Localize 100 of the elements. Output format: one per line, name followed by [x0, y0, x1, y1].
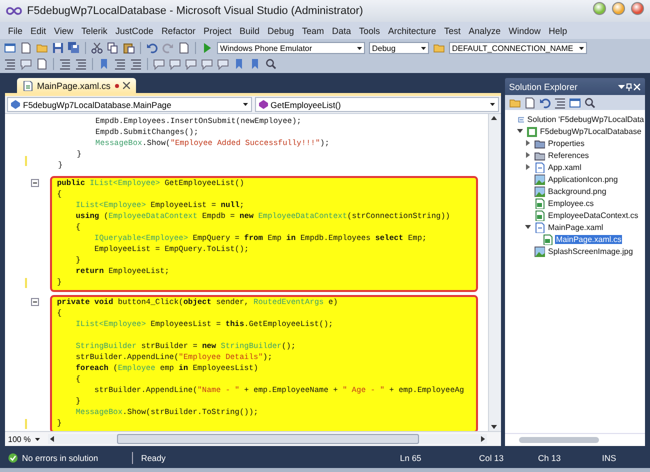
expanded-arrow-icon[interactable] — [517, 128, 523, 134]
save-icon[interactable] — [52, 42, 64, 54]
expanded-arrow-icon[interactable] — [525, 224, 531, 230]
code-file-icon — [23, 80, 33, 90]
caret-icon[interactable] — [618, 83, 625, 90]
zoom-dropdown[interactable]: 100 % — [5, 434, 45, 444]
lines-icon[interactable] — [4, 58, 16, 70]
menu-item[interactable]: Tools — [355, 26, 384, 36]
arrow-right-icon[interactable] — [479, 435, 487, 443]
comment-icon[interactable] — [217, 58, 229, 70]
collapsed-arrow-icon[interactable] — [525, 140, 531, 146]
bookmark-icon[interactable] — [233, 58, 245, 70]
dropdown[interactable]: GetEmployeeList() — [254, 97, 499, 112]
collapse-icon[interactable] — [31, 298, 39, 306]
close-icon[interactable] — [122, 82, 130, 89]
menu-item[interactable]: Window — [504, 26, 545, 36]
folder-icon — [534, 138, 545, 148]
collapse-icon[interactable] — [31, 179, 39, 187]
arrow-down-icon[interactable] — [489, 423, 499, 431]
window-title: F5debugWp7LocalDatabase - Microsoft Visual Studio (Administrator) — [27, 5, 364, 17]
search-icon[interactable] — [265, 58, 277, 70]
caret-icon — [490, 103, 495, 106]
horizontal-scrollbar[interactable] — [48, 434, 487, 444]
lines-icon[interactable] — [554, 96, 566, 108]
code-file-icon — [534, 210, 545, 220]
document-tab[interactable]: MainPage.xaml.cs — [17, 78, 136, 93]
code-file-icon — [534, 198, 545, 208]
tree-item[interactable]: ApplicationIcon.png — [547, 174, 619, 184]
menu-item[interactable]: Team — [298, 26, 328, 36]
lines-icon[interactable] — [59, 58, 71, 70]
window-icon[interactable] — [569, 96, 581, 108]
save-all-icon[interactable] — [68, 42, 80, 54]
tree-item[interactable]: F5debugWp7LocalDatabase — [539, 126, 642, 136]
menu-item[interactable]: Architecture — [384, 26, 440, 36]
comment-icon[interactable] — [169, 58, 181, 70]
panel-title: Solution Explorer — [509, 82, 579, 92]
pin-icon[interactable] — [625, 82, 633, 90]
menu-item[interactable]: Telerik — [77, 26, 112, 36]
search-icon[interactable] — [584, 96, 596, 108]
tree-item[interactable]: EmployeeDataContext.cs — [547, 210, 640, 220]
document-icon — [534, 222, 545, 232]
menu-item[interactable]: Debug — [263, 26, 298, 36]
horizontal-scrollbar[interactable] — [505, 433, 645, 446]
paste-icon[interactable] — [123, 42, 135, 54]
arrow-left-icon[interactable] — [48, 435, 56, 443]
lines-icon[interactable] — [75, 58, 87, 70]
menu-item[interactable]: File — [4, 26, 27, 36]
status-text: Col 13 — [479, 453, 505, 463]
caret-icon — [242, 103, 248, 106]
image-icon — [534, 246, 545, 256]
menu-item[interactable]: View — [50, 26, 78, 36]
tree-item[interactable]: Properties — [547, 138, 586, 148]
page-icon[interactable] — [36, 58, 48, 70]
menu-item[interactable]: Refactor — [157, 26, 200, 36]
undo-icon[interactable] — [146, 42, 158, 54]
menu-item[interactable]: Help — [544, 26, 572, 36]
tree-item[interactable]: Background.png — [547, 186, 608, 196]
folder-icon — [534, 150, 545, 160]
comment-icon[interactable] — [185, 58, 197, 70]
infinity-logo-icon — [6, 6, 22, 16]
dropdown[interactable]: F5debugWp7LocalDatabase.MainPage — [7, 97, 252, 112]
tree-item[interactable]: References — [547, 150, 590, 160]
lines-icon[interactable] — [114, 58, 126, 70]
menu-item[interactable]: Project — [199, 26, 236, 36]
collapsed-arrow-icon[interactable] — [525, 164, 531, 170]
copy-icon[interactable] — [107, 42, 119, 54]
dropdown[interactable]: DEFAULT_CONNECTION_NAME — [449, 42, 587, 54]
tree-item[interactable]: Employee.cs — [547, 198, 595, 208]
refresh-icon[interactable] — [539, 96, 551, 108]
menu-item[interactable]: Analyze — [464, 26, 505, 36]
tree-item[interactable]: App.xaml — [547, 162, 582, 172]
cut-icon[interactable] — [91, 42, 103, 54]
menu-item[interactable]: Test — [440, 26, 465, 36]
lines-icon[interactable] — [130, 58, 142, 70]
vertical-scrollbar[interactable] — [488, 114, 501, 431]
status-text: INS — [602, 453, 618, 463]
collapsed-arrow-icon[interactable] — [525, 152, 531, 158]
dropdown[interactable]: Windows Phone Emulator — [217, 42, 365, 54]
minimize-button[interactable] — [593, 2, 606, 15]
menu-item[interactable]: JustCode — [111, 26, 158, 36]
tree-item[interactable]: MainPage.xaml — [547, 222, 604, 232]
check-icon — [8, 453, 18, 463]
bookmark-icon[interactable] — [249, 58, 261, 70]
comment-icon[interactable] — [201, 58, 213, 70]
comment-icon[interactable] — [153, 58, 165, 70]
bookmark-icon[interactable] — [98, 58, 110, 70]
maximize-button[interactable] — [612, 2, 625, 15]
tree-item[interactable]: SplashScreenImage.jpg — [547, 246, 634, 256]
arrow-up-icon[interactable] — [489, 114, 499, 122]
tree-item[interactable]: Solution 'F5debugWp7LocalData — [526, 114, 645, 124]
close-button[interactable] — [631, 2, 644, 15]
tree-item[interactable]: MainPage.xaml.cs — [555, 234, 622, 244]
status-text: Ln 65 — [400, 453, 422, 463]
dropdown[interactable]: Debug — [369, 42, 429, 54]
class-icon — [11, 100, 20, 109]
menu-item[interactable]: Data — [328, 26, 356, 36]
page-icon[interactable] — [178, 42, 190, 54]
comment-icon[interactable] — [20, 58, 32, 70]
menu-item[interactable]: Build — [235, 26, 264, 36]
menu-item[interactable]: Edit — [26, 26, 50, 36]
